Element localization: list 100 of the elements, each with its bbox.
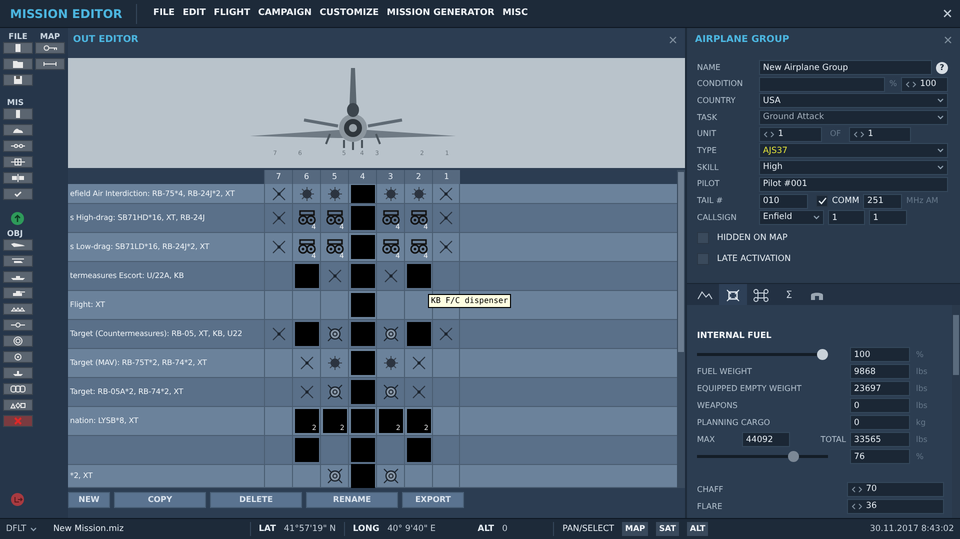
tool-button[interactable]: [3, 140, 33, 152]
value-field[interactable]: 0: [850, 398, 910, 413]
store-block[interactable]: [406, 322, 430, 346]
tool-button[interactable]: [3, 239, 33, 251]
number-spinner[interactable]: 100: [901, 76, 948, 92]
store-block[interactable]: [350, 235, 374, 259]
map-mode-button[interactable]: ALT: [686, 522, 708, 536]
number-spinner[interactable]: 36: [847, 499, 944, 514]
tool-button[interactable]: [3, 383, 33, 395]
frequency-field[interactable]: 251: [863, 194, 902, 208]
store-block[interactable]: [350, 438, 374, 462]
action-button[interactable]: EXPORT: [402, 492, 464, 508]
profile-dropdown[interactable]: DFLT: [6, 522, 38, 536]
number-spinner[interactable]: 1: [848, 126, 911, 142]
action-button[interactable]: COPY: [114, 492, 206, 508]
store-block[interactable]: [294, 322, 318, 346]
number-spinner[interactable]: 1: [759, 126, 822, 142]
action-button[interactable]: NEW: [68, 492, 110, 508]
tool-button[interactable]: [3, 172, 33, 184]
chevron-down-icon[interactable]: [30, 526, 38, 532]
tool-button[interactable]: [3, 42, 33, 54]
slider-thumb[interactable]: [788, 451, 800, 462]
tool-button[interactable]: [3, 188, 33, 200]
action-button[interactable]: DELETE: [210, 492, 302, 508]
store-block[interactable]: [350, 264, 374, 288]
tool-button[interactable]: [3, 303, 33, 315]
menu-item[interactable]: FILE: [153, 6, 175, 20]
tool-button[interactable]: [3, 271, 33, 283]
menu-item[interactable]: EDIT: [182, 6, 206, 20]
menu-item[interactable]: FLIGHT: [214, 6, 250, 20]
store-block[interactable]: [350, 184, 374, 202]
tool-button[interactable]: [3, 74, 33, 86]
type-dropdown[interactable]: AJS37: [759, 143, 948, 158]
country-dropdown[interactable]: USA: [759, 93, 948, 108]
chevron-down-icon[interactable]: [813, 215, 820, 220]
scrollbar[interactable]: [677, 170, 685, 488]
number-spinner[interactable]: 70: [847, 482, 944, 497]
store-block[interactable]: [350, 409, 374, 433]
spinner-arrows-icon[interactable]: [852, 130, 865, 138]
tool-button[interactable]: [3, 108, 33, 120]
map-mode-button[interactable]: MAP: [622, 522, 648, 536]
tool-button[interactable]: [3, 399, 33, 411]
menu-item[interactable]: CUSTOMIZE: [320, 6, 379, 20]
checkbox[interactable]: [816, 195, 828, 207]
store-block[interactable]: [350, 293, 374, 317]
tool-button[interactable]: [3, 367, 33, 379]
value-field[interactable]: 44092: [742, 432, 790, 447]
store-block[interactable]: [294, 438, 318, 462]
close-icon[interactable]: [943, 9, 952, 18]
store-block[interactable]: [406, 264, 430, 288]
tool-button[interactable]: [3, 319, 33, 331]
menu-item[interactable]: MISSION GENERATOR: [386, 6, 494, 20]
tool-button[interactable]: [35, 42, 65, 54]
store-block[interactable]: [350, 322, 374, 346]
spinner-arrows-icon[interactable]: [851, 486, 863, 493]
spinner-arrows-icon[interactable]: [905, 80, 917, 88]
chevron-down-icon[interactable]: [937, 148, 944, 154]
pilot-field[interactable]: Pilot #001: [759, 176, 948, 192]
store-block[interactable]: [406, 438, 430, 462]
name-field[interactable]: New Airplane Group: [759, 60, 932, 75]
tool-button[interactable]: [3, 124, 33, 136]
tab[interactable]: Σ: [775, 284, 803, 306]
skill-dropdown[interactable]: High: [759, 160, 948, 176]
action-button[interactable]: RENAME: [306, 492, 398, 508]
tool-button[interactable]: [3, 351, 33, 363]
value-field[interactable]: 33565: [850, 432, 910, 447]
store-block[interactable]: [294, 264, 318, 288]
value-field[interactable]: 9868: [850, 364, 910, 379]
chevron-down-icon[interactable]: [937, 165, 944, 170]
menu-item[interactable]: MISC: [502, 6, 528, 20]
store-block[interactable]: [350, 464, 374, 488]
tool-button[interactable]: [3, 255, 33, 267]
scrollbar[interactable]: [952, 305, 960, 518]
map-mode-button[interactable]: SAT: [656, 522, 679, 536]
store-block[interactable]: [350, 380, 374, 404]
table-row[interactable]: [68, 436, 677, 465]
tool-button[interactable]: [35, 58, 65, 70]
tail-field[interactable]: 010: [759, 194, 808, 208]
value-field[interactable]: 23697: [850, 381, 910, 396]
spinner-arrows-icon[interactable]: [763, 130, 775, 138]
arrow-up-icon[interactable]: [11, 212, 24, 225]
slider-thumb[interactable]: [817, 349, 828, 360]
tool-button[interactable]: [3, 287, 33, 299]
tool-button[interactable]: [3, 156, 33, 168]
value-field[interactable]: 0: [850, 415, 910, 430]
value-field[interactable]: 100: [850, 347, 910, 362]
callsign-dropdown[interactable]: Enfield: [759, 210, 824, 226]
menu-item[interactable]: CAMPAIGN: [258, 6, 312, 20]
store-block[interactable]: [350, 206, 374, 230]
value-field[interactable]: 76: [850, 449, 910, 464]
store-block[interactable]: [350, 351, 374, 375]
number-field[interactable]: 1: [828, 210, 865, 226]
chevron-down-icon[interactable]: [937, 98, 944, 104]
number-field[interactable]: 1: [869, 210, 907, 226]
help-button[interactable]: ?: [936, 62, 948, 74]
tool-button[interactable]: [3, 58, 33, 70]
spinner-arrows-icon[interactable]: [851, 503, 863, 510]
condition-field[interactable]: [759, 76, 886, 92]
tab[interactable]: [719, 284, 747, 306]
tool-button[interactable]: [3, 335, 33, 347]
